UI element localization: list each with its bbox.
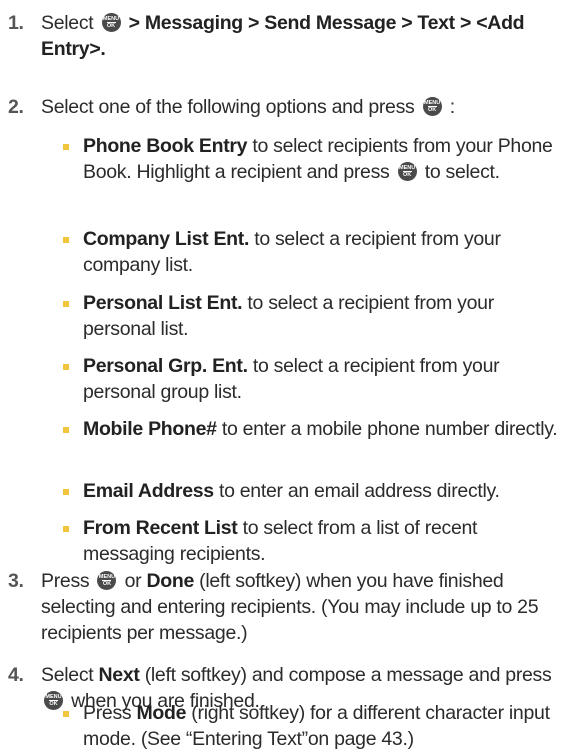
bullet-icon <box>63 427 69 433</box>
step-number: 2. <box>8 96 24 118</box>
option-text: Personal List Ent. to select a recipient… <box>83 292 494 340</box>
menu-ok-key-icon: MENU OK <box>44 691 63 710</box>
bullet-icon <box>63 489 69 495</box>
option-text: Company List Ent. to select a recipient … <box>83 228 501 276</box>
menu-ok-key-icon: MENU OK <box>422 97 442 116</box>
bullet-icon <box>63 301 69 307</box>
step-number: 1. <box>8 12 24 34</box>
menu-ok-key-icon: MENU OK <box>97 571 117 590</box>
bullet-icon <box>63 364 69 370</box>
bullet-icon <box>63 711 69 717</box>
option-text: Email Address to enter an email address … <box>83 480 500 502</box>
menu-ok-key-icon: MENU OK <box>397 162 417 181</box>
option-text: Personal Grp. Ent. to select a recipient… <box>83 355 500 403</box>
option-text: Phone Book Entry to select recipients fr… <box>83 135 553 183</box>
step-number: 3. <box>8 570 24 592</box>
option-text: Mobile Phone# to enter a mobile phone nu… <box>83 418 558 440</box>
step-text: Press MENU OK or Done (left softkey) when… <box>41 570 539 644</box>
step-text: Select one of the following options and … <box>41 96 455 118</box>
menu-ok-key-icon: MENU OK <box>101 13 121 32</box>
bullet-icon <box>63 526 69 532</box>
instruction-page: 1. Select MENU OK > Messaging > Send Mess… <box>0 0 567 755</box>
step-text: Select MENU OK > Messaging > Send Message… <box>41 12 525 60</box>
option-text: From Recent List to select from a list o… <box>83 517 478 565</box>
step-number: 4. <box>8 664 24 686</box>
bullet-icon <box>63 237 69 243</box>
sub-bullet-text: Press Mode (right softkey) for a differe… <box>83 702 550 750</box>
bullet-icon <box>63 144 69 150</box>
